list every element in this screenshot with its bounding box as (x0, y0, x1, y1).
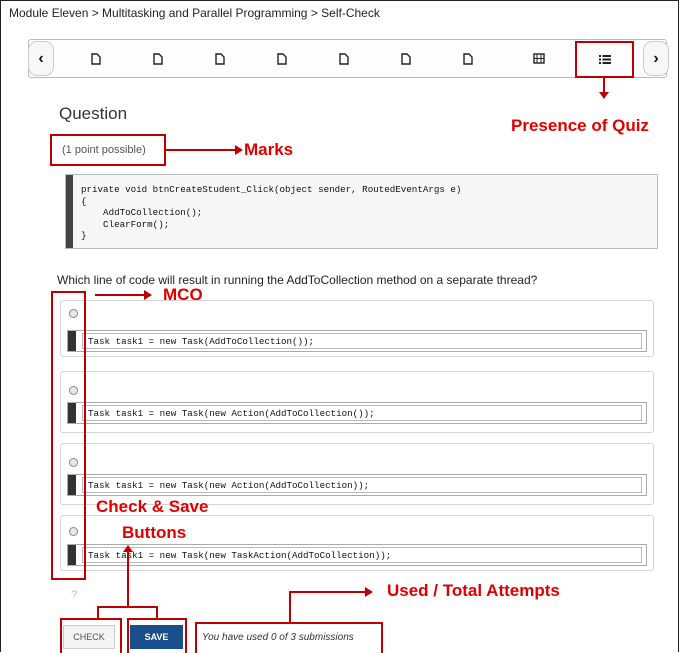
video-icon (533, 53, 545, 64)
chevron-left-icon: ‹ (38, 49, 44, 67)
attempts-annotation-stem (289, 591, 291, 622)
help-icon[interactable]: ? (71, 589, 77, 601)
sequence-item-2[interactable] (127, 42, 189, 75)
choice-code-text: Task task1 = new Task(new TaskAction(Add… (88, 550, 392, 561)
submissions-status: You have used 0 of 3 submissions (202, 632, 354, 643)
sequence-item-4[interactable] (251, 42, 313, 75)
question-prompt: Which line of code will result in runnin… (57, 273, 538, 287)
attempts-annotation-arrowhead (365, 587, 373, 597)
sequence-item-3[interactable] (189, 42, 251, 75)
page-icon (463, 52, 473, 65)
choice-code-text: Task task1 = new Task(AddToCollection())… (88, 336, 315, 347)
question-code-block: private void btnCreateStudent_Click(obje… (65, 174, 658, 249)
chevron-right-icon: › (653, 49, 659, 67)
page-icon (91, 52, 101, 65)
quiz-annotation-line (603, 78, 605, 93)
choice-code-text: Task task1 = new Task(new Action(AddToCo… (88, 480, 370, 491)
marks-annotation-arrowhead (235, 145, 243, 155)
check-save-annotation-label-2: Buttons (122, 523, 187, 542)
check-save-annotation-arrowhead (123, 545, 133, 552)
attempts-annotation-label: Used / Total Attempts (387, 581, 560, 600)
choice-option-2[interactable]: Task task1 = new Task(new Action(AddToCo… (60, 371, 654, 433)
previous-unit-button[interactable]: ‹ (28, 41, 54, 76)
check-save-annotation-label: Check & Save (96, 497, 209, 516)
page-icon (153, 52, 163, 65)
sequence-item-6[interactable] (375, 42, 437, 75)
breadcrumb: Module Eleven > Multitasking and Paralle… (9, 6, 380, 20)
page-icon (215, 52, 225, 65)
sequence-item-5[interactable] (313, 42, 375, 75)
page-icon (401, 52, 411, 65)
marks-annotation-line (166, 149, 236, 151)
sequence-item-8[interactable] (508, 42, 570, 75)
choice-option-3[interactable]: Task task1 = new Task(new Action(AddToCo… (60, 443, 654, 505)
check-button[interactable]: CHECK (63, 625, 115, 649)
check-save-annotation-branch (97, 606, 158, 608)
marks-annotation-label: Marks (244, 140, 294, 159)
next-unit-button[interactable]: › (643, 41, 669, 76)
choice-option-1[interactable]: Task task1 = new Task(AddToCollection())… (60, 300, 654, 357)
attempts-annotation-line (289, 591, 366, 593)
mcq-annotation-line (95, 294, 145, 296)
quiz-annotation-label: Presence of Quiz (511, 116, 649, 135)
check-save-annotation-left-drop (97, 606, 99, 618)
page-icon (339, 52, 349, 65)
question-code: private void btnCreateStudent_Click(obje… (81, 184, 462, 241)
mcq-annotation-arrowhead (144, 290, 152, 300)
mcq-annotation-box (51, 291, 86, 580)
sequence-item-7[interactable] (437, 42, 499, 75)
marks-annotation-box (50, 134, 166, 166)
save-button[interactable]: SAVE (130, 625, 183, 649)
page-icon (277, 52, 287, 65)
question-title: Question (59, 104, 128, 123)
quiz-annotation-box (575, 41, 634, 78)
choice-code-text: Task task1 = new Task(new Action(AddToCo… (88, 408, 375, 419)
check-save-annotation-right-drop (156, 606, 158, 618)
sequence-item-1[interactable] (65, 42, 127, 75)
check-save-annotation-stem (127, 551, 129, 607)
quiz-annotation-arrowhead (599, 92, 609, 99)
